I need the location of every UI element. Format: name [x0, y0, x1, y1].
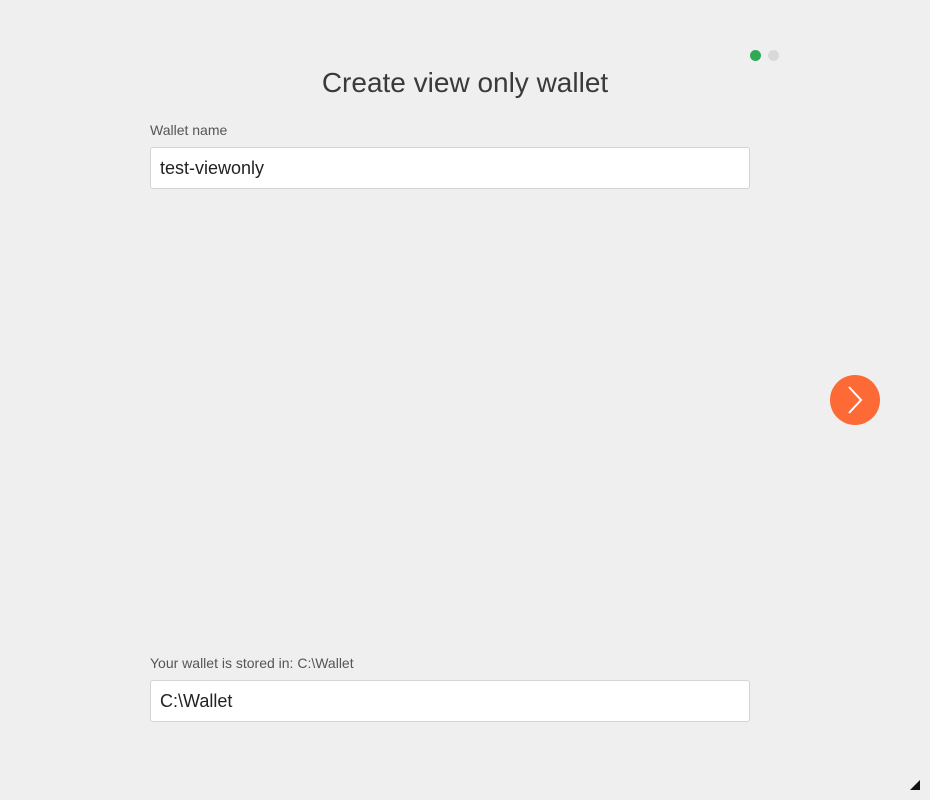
chevron-right-icon	[848, 386, 863, 414]
wallet-name-label: Wallet name	[150, 122, 228, 138]
storage-location-label: Your wallet is stored in: C:\Wallet	[150, 655, 354, 671]
resize-grip-icon[interactable]	[910, 780, 920, 790]
storage-path-input[interactable]	[150, 680, 750, 722]
step-indicator	[750, 50, 779, 61]
page-title: Create view only wallet	[321, 67, 609, 98]
step-dot-inactive	[768, 50, 779, 61]
wizard-page: Create view only wallet Wallet name Your…	[0, 0, 930, 800]
wallet-name-input[interactable]	[150, 147, 750, 189]
step-dot-active	[750, 50, 761, 61]
next-button[interactable]	[830, 375, 880, 425]
